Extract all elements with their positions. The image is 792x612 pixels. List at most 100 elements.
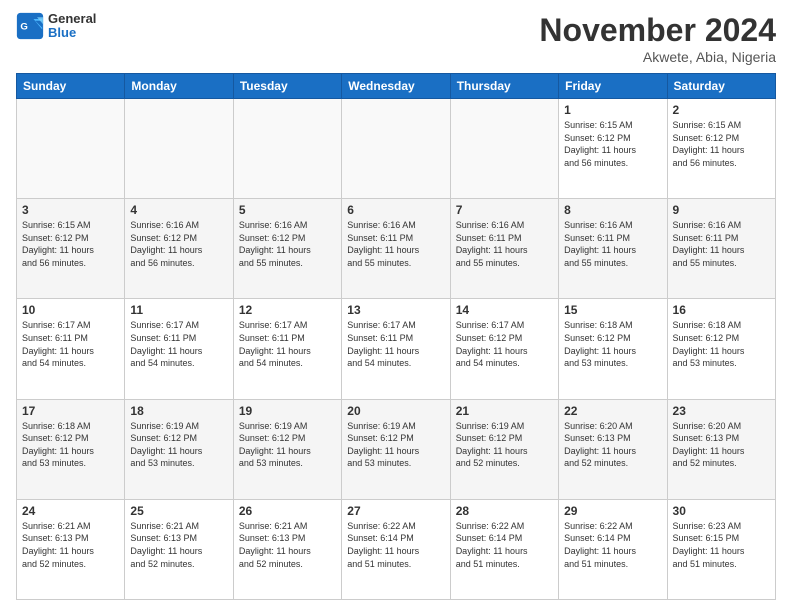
table-cell: 27 Sunrise: 6:22 AM Sunset: 6:14 PM Dayli… xyxy=(342,499,450,599)
table-cell: 17 Sunrise: 6:18 AM Sunset: 6:12 PM Dayli… xyxy=(17,399,125,499)
day-info: Sunrise: 6:19 AM Sunset: 6:12 PM Dayligh… xyxy=(456,420,553,470)
table-cell: 21 Sunrise: 6:19 AM Sunset: 6:12 PM Dayli… xyxy=(450,399,558,499)
day-info: Sunrise: 6:22 AM Sunset: 6:14 PM Dayligh… xyxy=(456,520,553,570)
table-cell xyxy=(125,99,233,199)
table-cell: 18 Sunrise: 6:19 AM Sunset: 6:12 PM Dayli… xyxy=(125,399,233,499)
header-row: Sunday Monday Tuesday Wednesday Thursday… xyxy=(17,74,776,99)
day-info: Sunrise: 6:16 AM Sunset: 6:11 PM Dayligh… xyxy=(673,219,770,269)
table-cell: 24Sunrise: 6:21 AM Sunset: 6:13 PM Dayli… xyxy=(17,499,125,599)
calendar-row: 3Sunrise: 6:15 AM Sunset: 6:12 PM Daylig… xyxy=(17,199,776,299)
day-number: 30 xyxy=(673,504,770,518)
day-number: 9 xyxy=(673,203,770,217)
col-friday: Friday xyxy=(559,74,667,99)
table-cell: 10Sunrise: 6:17 AM Sunset: 6:11 PM Dayli… xyxy=(17,299,125,399)
table-cell: 23 Sunrise: 6:20 AM Sunset: 6:13 PM Dayli… xyxy=(667,399,775,499)
table-cell: 30 Sunrise: 6:23 AM Sunset: 6:15 PM Dayli… xyxy=(667,499,775,599)
calendar-row: 1Sunrise: 6:15 AM Sunset: 6:12 PM Daylig… xyxy=(17,99,776,199)
day-number: 14 xyxy=(456,303,553,317)
header: G General Blue November 2024 Akwete, Abi… xyxy=(16,12,776,65)
day-number: 29 xyxy=(564,504,661,518)
table-cell: 19Sunrise: 6:19 AM Sunset: 6:12 PM Dayli… xyxy=(233,399,341,499)
day-info: Sunrise: 6:17 AM Sunset: 6:11 PM Dayligh… xyxy=(22,319,119,369)
col-tuesday: Tuesday xyxy=(233,74,341,99)
day-info: Sunrise: 6:18 AM Sunset: 6:12 PM Dayligh… xyxy=(22,420,119,470)
table-cell: 20 Sunrise: 6:19 AM Sunset: 6:12 PM Dayli… xyxy=(342,399,450,499)
table-cell: 26Sunrise: 6:21 AM Sunset: 6:13 PM Dayli… xyxy=(233,499,341,599)
table-cell xyxy=(17,99,125,199)
day-number: 6 xyxy=(347,203,444,217)
location: Akwete, Abia, Nigeria xyxy=(539,49,776,65)
col-thursday: Thursday xyxy=(450,74,558,99)
table-cell: 3Sunrise: 6:15 AM Sunset: 6:12 PM Daylig… xyxy=(17,199,125,299)
day-info: Sunrise: 6:16 AM Sunset: 6:12 PM Dayligh… xyxy=(239,219,336,269)
day-info: Sunrise: 6:17 AM Sunset: 6:11 PM Dayligh… xyxy=(130,319,227,369)
day-number: 21 xyxy=(456,404,553,418)
day-info: Sunrise: 6:20 AM Sunset: 6:13 PM Dayligh… xyxy=(673,420,770,470)
day-number: 5 xyxy=(239,203,336,217)
table-cell xyxy=(233,99,341,199)
table-cell: 22Sunrise: 6:20 AM Sunset: 6:13 PM Dayli… xyxy=(559,399,667,499)
day-info: Sunrise: 6:16 AM Sunset: 6:11 PM Dayligh… xyxy=(564,219,661,269)
table-cell: 5 Sunrise: 6:16 AM Sunset: 6:12 PM Daylig… xyxy=(233,199,341,299)
day-number: 11 xyxy=(130,303,227,317)
table-cell: 14 Sunrise: 6:17 AM Sunset: 6:12 PM Dayli… xyxy=(450,299,558,399)
title-block: November 2024 Akwete, Abia, Nigeria xyxy=(539,12,776,65)
day-number: 25 xyxy=(130,504,227,518)
table-cell: 28 Sunrise: 6:22 AM Sunset: 6:14 PM Dayli… xyxy=(450,499,558,599)
table-cell: 29Sunrise: 6:22 AM Sunset: 6:14 PM Dayli… xyxy=(559,499,667,599)
table-cell: 7 Sunrise: 6:16 AM Sunset: 6:11 PM Daylig… xyxy=(450,199,558,299)
day-number: 19 xyxy=(239,404,336,418)
day-info: Sunrise: 6:16 AM Sunset: 6:12 PM Dayligh… xyxy=(130,219,227,269)
calendar-row: 24 Sunrise: 6:21 AM Sunset: 6:13 PM Dayli… xyxy=(17,499,776,599)
day-number: 2 xyxy=(673,103,770,117)
day-info: Sunrise: 6:19 AM Sunset: 6:12 PM Dayligh… xyxy=(130,420,227,470)
day-info: Sunrise: 6:23 AM Sunset: 6:15 PM Dayligh… xyxy=(673,520,770,570)
table-cell: 11 Sunrise: 6:17 AM Sunset: 6:11 PM Dayli… xyxy=(125,299,233,399)
day-number: 28 xyxy=(456,504,553,518)
day-info: Sunrise: 6:16 AM Sunset: 6:11 PM Dayligh… xyxy=(456,219,553,269)
day-number: 13 xyxy=(347,303,444,317)
day-number: 23 xyxy=(673,404,770,418)
calendar-page: G General Blue November 2024 Akwete, Abi… xyxy=(0,0,792,612)
day-number: 8 xyxy=(564,203,661,217)
logo-text: General Blue xyxy=(48,12,96,41)
logo-icon: G xyxy=(16,12,44,40)
day-info: Sunrise: 6:17 AM Sunset: 6:12 PM Dayligh… xyxy=(456,319,553,369)
day-info: Sunrise: 6:21 AM Sunset: 6:13 PM Dayligh… xyxy=(130,520,227,570)
day-info: Sunrise: 6:18 AM Sunset: 6:12 PM Dayligh… xyxy=(673,319,770,369)
calendar-table: Sunday Monday Tuesday Wednesday Thursday… xyxy=(16,73,776,600)
day-number: 7 xyxy=(456,203,553,217)
col-wednesday: Wednesday xyxy=(342,74,450,99)
day-number: 17 xyxy=(22,404,119,418)
col-sunday: Sunday xyxy=(17,74,125,99)
day-number: 26 xyxy=(239,504,336,518)
col-monday: Monday xyxy=(125,74,233,99)
day-info: Sunrise: 6:15 AM Sunset: 6:12 PM Dayligh… xyxy=(673,119,770,169)
day-info: Sunrise: 6:16 AM Sunset: 6:11 PM Dayligh… xyxy=(347,219,444,269)
day-number: 15 xyxy=(564,303,661,317)
table-cell: 25 Sunrise: 6:21 AM Sunset: 6:13 PM Dayli… xyxy=(125,499,233,599)
table-cell: 8 Sunrise: 6:16 AM Sunset: 6:11 PM Daylig… xyxy=(559,199,667,299)
calendar-row: 17 Sunrise: 6:18 AM Sunset: 6:12 PM Dayli… xyxy=(17,399,776,499)
day-info: Sunrise: 6:15 AM Sunset: 6:12 PM Dayligh… xyxy=(564,119,661,169)
day-info: Sunrise: 6:17 AM Sunset: 6:11 PM Dayligh… xyxy=(347,319,444,369)
day-info: Sunrise: 6:22 AM Sunset: 6:14 PM Dayligh… xyxy=(347,520,444,570)
day-number: 4 xyxy=(130,203,227,217)
logo-general: General xyxy=(48,12,96,26)
day-info: Sunrise: 6:19 AM Sunset: 6:12 PM Dayligh… xyxy=(347,420,444,470)
day-number: 16 xyxy=(673,303,770,317)
day-number: 27 xyxy=(347,504,444,518)
table-cell xyxy=(342,99,450,199)
table-cell: 13 Sunrise: 6:17 AM Sunset: 6:11 PM Dayli… xyxy=(342,299,450,399)
svg-text:G: G xyxy=(20,22,27,33)
table-cell: 9 Sunrise: 6:16 AM Sunset: 6:11 PM Daylig… xyxy=(667,199,775,299)
day-info: Sunrise: 6:18 AM Sunset: 6:12 PM Dayligh… xyxy=(564,319,661,369)
day-info: Sunrise: 6:20 AM Sunset: 6:13 PM Dayligh… xyxy=(564,420,661,470)
table-cell: 6 Sunrise: 6:16 AM Sunset: 6:11 PM Daylig… xyxy=(342,199,450,299)
month-title: November 2024 xyxy=(539,12,776,49)
col-saturday: Saturday xyxy=(667,74,775,99)
day-number: 18 xyxy=(130,404,227,418)
day-number: 24 xyxy=(22,504,119,518)
day-number: 3 xyxy=(22,203,119,217)
day-number: 20 xyxy=(347,404,444,418)
